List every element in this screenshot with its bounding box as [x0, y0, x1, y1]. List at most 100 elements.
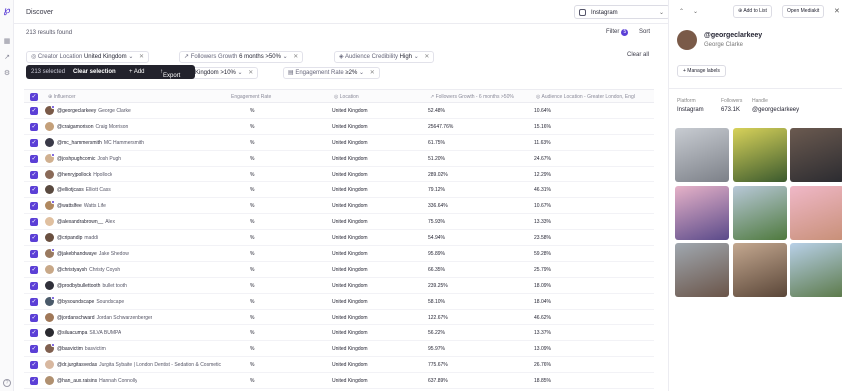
post-thumbnail[interactable]	[790, 128, 842, 182]
add-to-list-button[interactable]: ⊕ Add to List	[733, 5, 772, 18]
influencer-cell[interactable]: @joshpughcomic Josh Pugh	[57, 156, 121, 162]
influencer-cell[interactable]: @cripandip maddi	[57, 235, 98, 241]
row-checkbox[interactable]: ✓	[30, 138, 38, 147]
close-icon[interactable]: ✕	[834, 7, 840, 15]
table-row[interactable]: ✓ @joshpughcomic Josh Pugh% United Kingdom 5…	[24, 151, 654, 167]
influencer-cell[interactable]: @georgeclarkeey George Clarke	[57, 108, 131, 114]
row-checkbox[interactable]: ✓	[30, 154, 38, 163]
post-thumbnail[interactable]	[733, 243, 787, 297]
post-thumbnail[interactable]	[790, 243, 842, 297]
sort-button[interactable]: Sort	[639, 29, 650, 35]
influencer-cell[interactable]: @siluacumpa SILVA BUMPA	[57, 330, 121, 336]
post-thumbnail[interactable]	[733, 186, 787, 240]
chevron-up-icon[interactable]: ⌃	[679, 8, 684, 15]
row-checkbox[interactable]: ✓	[30, 234, 38, 243]
grid-icon[interactable]: ▦	[3, 38, 11, 46]
row-checkbox[interactable]: ✓	[30, 265, 38, 274]
chevron-down-icon[interactable]: ⌄	[693, 8, 698, 15]
row-checkbox[interactable]: ✓	[30, 202, 38, 211]
table-row[interactable]: ✓ @christyaysh Christy Coysh% United Kingdo…	[24, 262, 654, 278]
row-checkbox[interactable]: ✓	[30, 345, 38, 354]
clear-selection-button[interactable]: Clear selection	[73, 69, 116, 75]
table-row[interactable]: ✓ @elliotjcass Elliott Cass% United Kingdom…	[24, 182, 654, 199]
column-header-influencer[interactable]: ⊕ Influencer	[48, 94, 76, 100]
influencer-cell[interactable]: @alexandrabrown__ Alex	[57, 219, 115, 225]
table-row[interactable]: ✓ @basvictim basvictim% United Kingdom 95.97…	[24, 341, 654, 358]
table-row[interactable]: ✓ @georgeclarkeey George Clarke% United Kin…	[24, 103, 654, 119]
post-thumbnail[interactable]	[675, 128, 729, 182]
filter-chip-creator-location[interactable]: ◎ Creator Location United Kingdom ⌄ ✕	[26, 51, 150, 63]
row-checkbox[interactable]: ✓	[30, 377, 38, 386]
close-icon[interactable]: ✕	[370, 70, 375, 76]
influencer-cell[interactable]: @wattslfee Watts Life	[57, 203, 106, 209]
row-checkbox[interactable]: ✓	[30, 250, 38, 259]
manage-labels-button[interactable]: + Manage labels	[677, 65, 726, 77]
influencer-cell[interactable]: @christyaysh Christy Coysh	[57, 267, 120, 273]
table-row[interactable]: ✓ @craigamorison Craig Morrison% United Kin…	[24, 119, 654, 135]
influencer-cell[interactable]: @prodbybullettooth bullet tooth	[57, 283, 127, 289]
post-thumbnail[interactable]	[675, 243, 729, 297]
influencer-cell[interactable]: @mc_hammersmith MC Hammersmith	[57, 140, 144, 146]
engagement-rate-cell: %	[250, 235, 255, 242]
help-icon[interactable]: ?	[3, 379, 11, 387]
row-checkbox[interactable]: ✓	[30, 313, 38, 322]
influencer-cell[interactable]: @henryjpollock Hpollock	[57, 172, 112, 178]
influencer-cell[interactable]: @jordanschward Jordan Schwarzenberger	[57, 315, 152, 321]
close-icon[interactable]: ✕	[139, 54, 144, 60]
close-icon[interactable]: ✕	[293, 54, 298, 60]
filter-chip-audience-location[interactable]: Kingdom >10% ⌄ ✕	[190, 67, 259, 79]
open-mediakit-button[interactable]: Open Mediakit	[782, 5, 825, 18]
influencer-cell[interactable]: @bysoundscape Soundscape	[57, 299, 124, 305]
row-checkbox[interactable]: ✓	[30, 122, 38, 131]
close-icon[interactable]: ✕	[248, 70, 253, 76]
table-row[interactable]: ✓ @han_aux.raisins Hannah Connolly% United …	[24, 373, 654, 390]
table-row[interactable]: ✓ @prodbybullettooth bullet tooth% United K…	[24, 278, 654, 294]
filter-chip-engagement-rate[interactable]: ▤ Engagement Rate ≥2% ⌄ ✕	[283, 67, 380, 79]
influencer-cell[interactable]: @han_aux.raisins Hannah Connolly	[57, 378, 137, 384]
row-checkbox[interactable]: ✓	[30, 218, 38, 227]
row-checkbox[interactable]: ✓	[30, 281, 38, 290]
filter-chip-audience-credibility[interactable]: ◈ Audience Credibility High ⌄ ✕	[334, 51, 435, 63]
select-all-checkbox[interactable]: ✓	[30, 93, 38, 101]
row-checkbox[interactable]: ✓	[30, 170, 38, 179]
post-thumbnail[interactable]	[790, 186, 842, 240]
column-header-audience-location[interactable]: ◎ Audience Location - Greater London, En…	[536, 94, 654, 100]
column-header-location[interactable]: ◎ Location	[334, 94, 359, 100]
gear-icon[interactable]: ⚙	[3, 70, 11, 78]
table-row[interactable]: ✓ @jordanschward Jordan Schwarzenberger% Un…	[24, 310, 654, 326]
column-header-followers-growth[interactable]: ↗ Followers Growth - 6 months >50%	[430, 94, 514, 100]
table-row[interactable]: ✓ @jakebhandwaye Jake Shedow% United Kingdo…	[24, 246, 654, 262]
column-header-engagement-rate[interactable]: Engagement Rate	[231, 94, 301, 100]
platform-select[interactable]: Instagram ⌄	[574, 5, 670, 19]
row-checkbox[interactable]: ✓	[30, 361, 38, 370]
filter-button[interactable]: Filter 5	[606, 29, 629, 36]
engagement-rate-cell: %	[250, 155, 255, 162]
row-checkbox[interactable]: ✓	[30, 186, 38, 195]
table-row[interactable]: ✓ @bysoundscape Soundscape% United Kingdom 5…	[24, 294, 654, 310]
post-thumbnail[interactable]	[675, 186, 729, 240]
filter-chip-followers-growth[interactable]: ↗ Followers Growth 6 months >50% ⌄ ✕	[179, 51, 304, 63]
table-row[interactable]: ✓ @siluacumpa SILVA BUMPA% United Kingdom 56…	[24, 325, 654, 342]
clear-all-button[interactable]: Clear all	[627, 52, 649, 58]
close-icon[interactable]: ✕	[424, 54, 429, 60]
influencer-cell[interactable]: @elliotjcass Elliott Cass	[57, 187, 111, 193]
table-row[interactable]: ✓ @wattslfee Watts Life% United Kingdom 336.…	[24, 198, 654, 215]
link-icon[interactable]: ↗	[3, 54, 11, 62]
table-row[interactable]: ✓ @alexandrabrown__ Alex% United Kingdom 75.…	[24, 214, 654, 231]
row-checkbox[interactable]: ✓	[30, 107, 38, 115]
table-row[interactable]: ✓ @henryjpollock Hpollock% United Kingdom 28…	[24, 167, 654, 183]
export-button[interactable]: ↑ Export	[160, 69, 180, 79]
table-row[interactable]: ✓ @mc_hammersmith MC Hammersmith% United Ki…	[24, 135, 654, 151]
followers-growth-cell: 239.25%	[428, 282, 448, 289]
influencer-cell[interactable]: @jakebhandwaye Jake Shedow	[57, 251, 129, 257]
influencer-cell[interactable]: @dr.jurgitasvedas Jurgita Sybaite | Londo…	[57, 362, 221, 368]
row-checkbox[interactable]: ✓	[30, 329, 38, 338]
table-row[interactable]: ✓ @cripandip maddi% United Kingdom 54.94% 23.…	[24, 230, 654, 247]
add-button[interactable]: + Add	[129, 69, 145, 75]
app-logo[interactable]: ℘	[2, 6, 12, 16]
post-thumbnail[interactable]	[733, 128, 787, 182]
row-checkbox[interactable]: ✓	[30, 297, 38, 306]
table-row[interactable]: ✓ @dr.jurgitasvedas Jurgita Sybaite | Lond…	[24, 357, 654, 374]
influencer-cell[interactable]: @craigamorison Craig Morrison	[57, 124, 128, 130]
influencer-cell[interactable]: @basvictim basvictim	[57, 346, 106, 352]
